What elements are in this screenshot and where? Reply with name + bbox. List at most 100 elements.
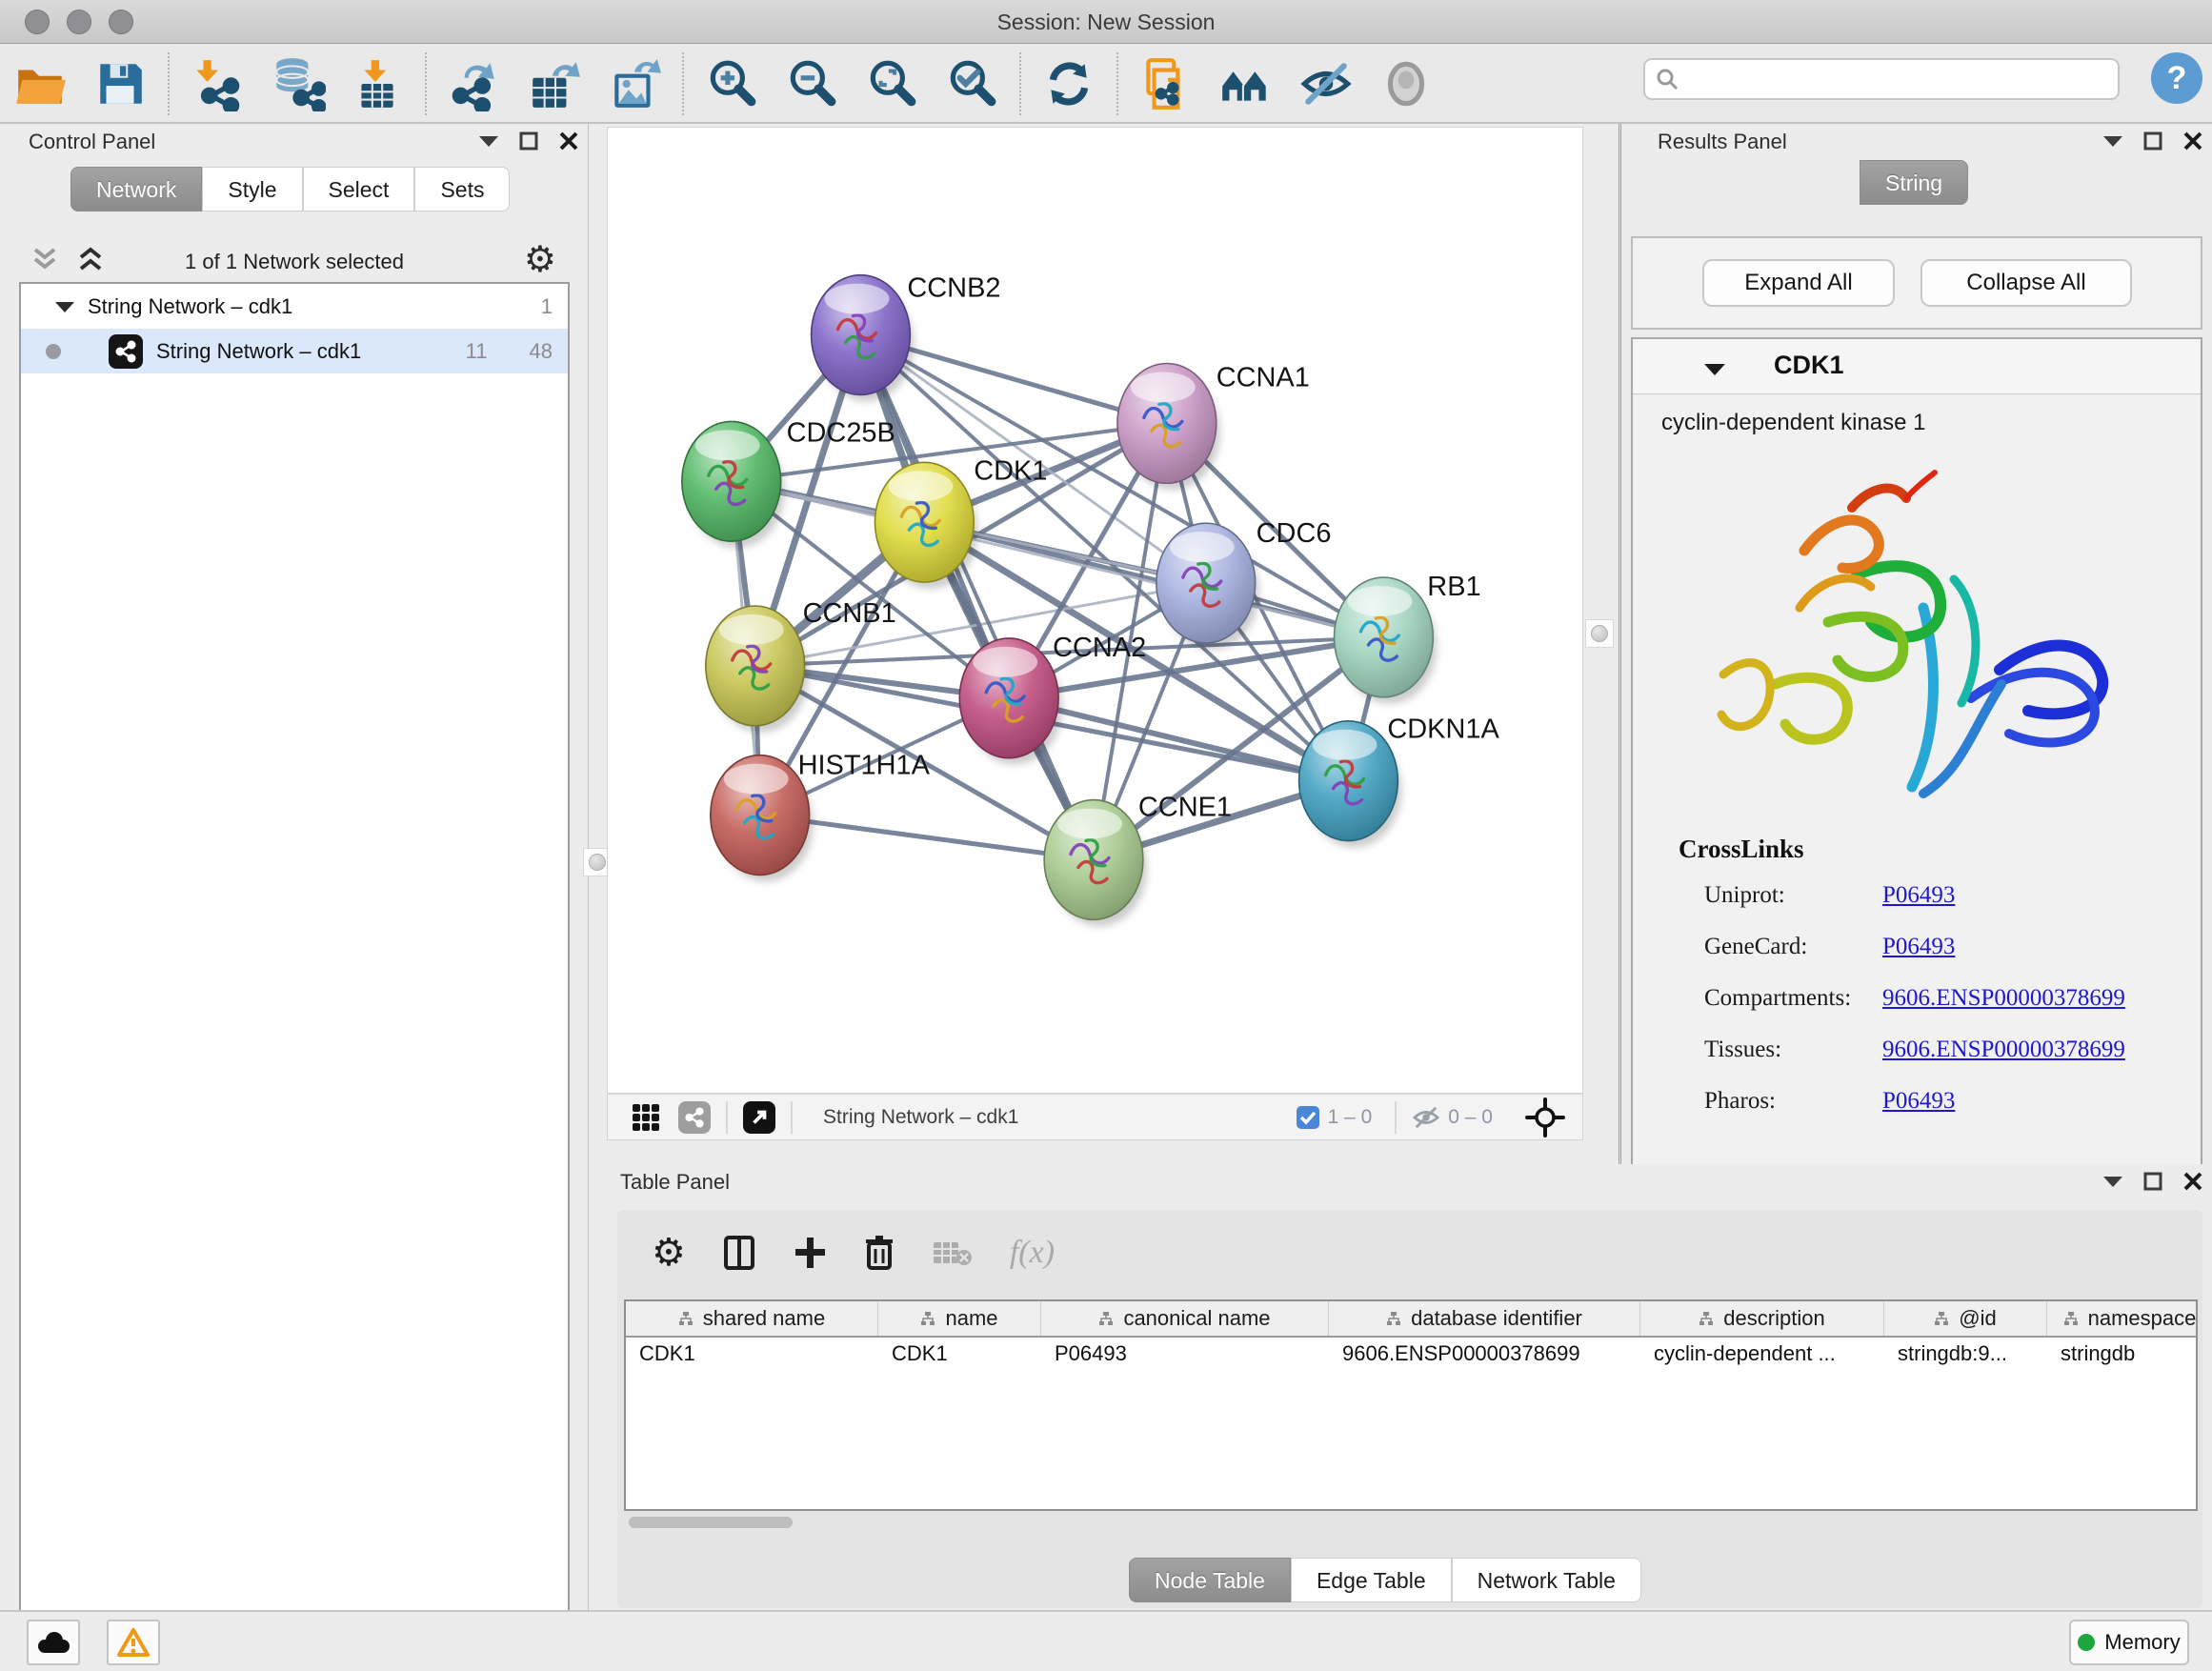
network-node-CCNB2[interactable] <box>812 275 915 402</box>
float-panel-icon[interactable] <box>479 134 498 148</box>
network-canvas[interactable]: CCNB2CCNA1CDC25BCDK1CDC6RB1CCNB1CCNA2CDK… <box>607 127 1583 1094</box>
table-cell[interactable]: stringdb:9... <box>1884 1338 2047 1372</box>
network-collection-row[interactable]: String Network – cdk1 1 <box>21 284 568 329</box>
cloud-status-button[interactable] <box>27 1620 80 1665</box>
network-node-CDKN1A[interactable] <box>1299 721 1402 848</box>
grid-view-icon[interactable] <box>629 1100 663 1135</box>
show-graphics-details-button[interactable] <box>1376 52 1437 115</box>
tab-network[interactable]: Network <box>70 167 202 211</box>
network-node-CCNA2[interactable] <box>959 638 1062 765</box>
crosslink-row: Tissues:9606.ENSP00000378699 <box>1633 1025 2201 1077</box>
import-network-file-button[interactable] <box>187 52 248 115</box>
column-header--id[interactable]: @id <box>1884 1301 2047 1336</box>
tab-style[interactable]: Style <box>202 167 302 211</box>
network-options-gear-icon[interactable]: ⚙ <box>524 240 556 280</box>
table-cell[interactable]: cyclin-dependent ... <box>1640 1338 1884 1372</box>
node-label-CDKN1A: CDKN1A <box>1387 715 1499 745</box>
hidden-eye-slash-icon[interactable] <box>1412 1105 1440 1130</box>
section-collapse-icon[interactable] <box>1704 362 1725 376</box>
maximize-panel-icon[interactable] <box>519 131 538 151</box>
export-network-button[interactable] <box>444 52 505 115</box>
network-node-RB1[interactable] <box>1335 577 1438 704</box>
table-settings-gear-icon[interactable]: ⚙ <box>652 1231 686 1275</box>
export-image-button[interactable] <box>604 52 665 115</box>
float-panel-icon[interactable] <box>2103 1175 2122 1188</box>
close-panel-icon[interactable] <box>2183 131 2202 151</box>
table-cell[interactable]: 9606.ENSP00000378699 <box>1329 1338 1640 1372</box>
column-header-label: description <box>1723 1306 1824 1331</box>
zoom-fit-button[interactable] <box>861 52 922 115</box>
tab-sets[interactable]: Sets <box>414 167 510 211</box>
zoom-selected-button[interactable] <box>941 52 1002 115</box>
maximize-panel-icon[interactable] <box>2143 131 2162 151</box>
network-from-selection-button[interactable] <box>1136 52 1196 115</box>
column-header-description[interactable]: description <box>1640 1301 1884 1336</box>
column-header-database-identifier[interactable]: database identifier <box>1329 1301 1640 1336</box>
float-panel-icon[interactable] <box>2103 134 2122 148</box>
zoom-out-button[interactable] <box>781 52 842 115</box>
string-view-icon[interactable] <box>678 1101 711 1134</box>
crosslink-link[interactable]: P06493 <box>1882 934 1955 960</box>
table-panel-title: Table Panel <box>620 1170 730 1195</box>
zoom-in-button[interactable] <box>701 52 762 115</box>
collection-expand-icon[interactable] <box>55 300 74 313</box>
network-node-CCNE1[interactable] <box>1044 800 1147 927</box>
show-columns-icon[interactable] <box>722 1234 756 1272</box>
import-table-file-button[interactable] <box>347 52 408 115</box>
network-node-CCNA1[interactable] <box>1117 364 1220 491</box>
column-header-canonical-name[interactable]: canonical name <box>1041 1301 1329 1336</box>
column-header-namespace[interactable]: namespace <box>2047 1301 2198 1336</box>
network-row[interactable]: String Network – cdk1 11 48 <box>21 329 568 373</box>
network-node-CCNB1[interactable] <box>706 606 809 733</box>
save-session-button[interactable] <box>90 52 151 115</box>
detach-view-icon[interactable] <box>743 1101 775 1134</box>
tab-select[interactable]: Select <box>303 167 415 211</box>
main-area: Control Panel Network Style Select Sets <box>0 124 2212 1610</box>
refresh-button[interactable] <box>1038 52 1099 115</box>
crosslink-link[interactable]: 9606.ENSP00000378699 <box>1882 985 2125 1012</box>
expand-all-button[interactable]: Expand All <box>1702 259 1895 307</box>
warnings-button[interactable] <box>107 1620 160 1665</box>
birdseye-navigator-icon[interactable] <box>1525 1097 1565 1137</box>
network-node-CDK1[interactable] <box>875 462 977 589</box>
close-panel-icon[interactable] <box>559 131 578 151</box>
table-horizontal-scrollbar[interactable] <box>629 1517 2191 1530</box>
crosslink-link[interactable]: 9606.ENSP00000378699 <box>1882 1037 2125 1063</box>
left-splitter[interactable] <box>589 124 607 1610</box>
first-neighbors-button[interactable] <box>1216 52 1277 115</box>
crosslink-link[interactable]: P06493 <box>1882 1088 1955 1115</box>
node-gloss <box>724 764 789 795</box>
open-session-button[interactable] <box>10 52 70 115</box>
help-button[interactable]: ? <box>2151 52 2202 104</box>
table-row[interactable]: CDK1CDK1P064939606.ENSP00000378699cyclin… <box>626 1338 2196 1372</box>
search-input[interactable] <box>1687 68 2108 91</box>
close-panel-icon[interactable] <box>2183 1172 2202 1191</box>
tab-edge-table[interactable]: Edge Table <box>1291 1558 1452 1602</box>
splitter-handle[interactable] <box>1585 619 1614 648</box>
toolbar-search <box>1643 58 2120 100</box>
add-column-icon[interactable] <box>793 1234 827 1272</box>
network-node-CDC6[interactable] <box>1156 523 1259 650</box>
table-cell[interactable]: CDK1 <box>626 1338 878 1372</box>
collapse-all-button[interactable]: Collapse All <box>1920 259 2132 307</box>
maximize-panel-icon[interactable] <box>2143 1172 2162 1191</box>
tab-network-table[interactable]: Network Table <box>1452 1558 1641 1602</box>
tab-node-table[interactable]: Node Table <box>1129 1558 1291 1602</box>
gene-section-header[interactable]: CDK1 <box>1633 339 2201 394</box>
column-header-shared-name[interactable]: shared name <box>626 1301 878 1336</box>
table-cell[interactable]: stringdb <box>2047 1338 2198 1372</box>
hide-selected-button[interactable] <box>1296 52 1357 115</box>
memory-button[interactable]: Memory <box>2069 1620 2189 1665</box>
crosslink-link[interactable]: P06493 <box>1882 882 1955 909</box>
table-cell[interactable]: CDK1 <box>878 1338 1041 1372</box>
scrollbar-thumb[interactable] <box>629 1517 793 1528</box>
import-network-database-button[interactable] <box>267 52 328 115</box>
delete-column-icon[interactable] <box>863 1234 895 1272</box>
table-cell[interactable]: P06493 <box>1041 1338 1329 1372</box>
right-splitter[interactable] <box>1583 124 1621 1164</box>
node-label-CCNB2: CCNB2 <box>907 273 1000 304</box>
tab-string-results[interactable]: String <box>1860 160 1968 205</box>
selected-checkbox-icon[interactable] <box>1296 1105 1320 1130</box>
export-table-button[interactable] <box>524 52 585 115</box>
column-header-name[interactable]: name <box>878 1301 1041 1336</box>
